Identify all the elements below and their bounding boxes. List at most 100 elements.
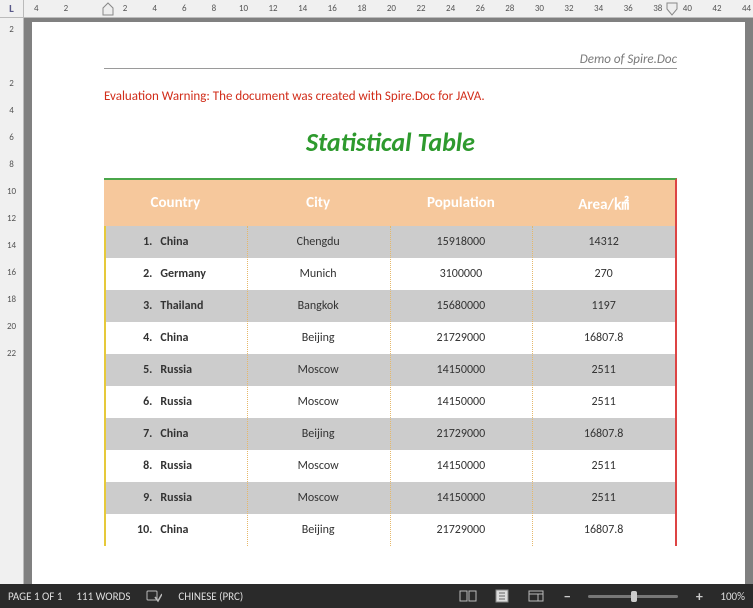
cell-country: 4.China xyxy=(104,331,247,345)
cell-population: 14150000 xyxy=(390,363,533,377)
ruler-tick: 2 xyxy=(9,24,14,34)
ruler-tick: 16 xyxy=(326,3,339,14)
th-country: Country xyxy=(104,194,247,212)
ruler-tick: 4 xyxy=(9,105,14,115)
ruler-tick: 8 xyxy=(208,3,221,14)
ruler-tick: 22 xyxy=(7,348,16,358)
print-layout-icon[interactable] xyxy=(492,588,512,604)
spellcheck-icon[interactable] xyxy=(144,588,164,604)
cell-city: Beijing xyxy=(247,523,390,537)
ruler-tick: 16 xyxy=(7,267,16,277)
cell-population: 3100000 xyxy=(390,267,533,281)
indent-marker-left[interactable] xyxy=(102,2,114,16)
cell-area: 16807.8 xyxy=(532,427,675,441)
ruler-tick: 22 xyxy=(415,3,428,14)
ruler-tick: 36 xyxy=(622,3,635,14)
zoom-level[interactable]: 100% xyxy=(720,590,745,603)
cell-area: 14312 xyxy=(532,235,675,249)
cell-country: 5.Russia xyxy=(104,363,247,377)
ruler-tick: 14 xyxy=(7,240,16,250)
ruler-tick: 30 xyxy=(533,3,546,14)
cell-city: Bangkok xyxy=(247,299,390,313)
ruler-tick: 42 xyxy=(711,3,724,14)
ruler-tick: 32 xyxy=(563,3,576,14)
document-canvas[interactable]: Demo of Spire.Doc Evaluation Warning: Th… xyxy=(24,18,753,584)
cell-population: 15680000 xyxy=(390,299,533,313)
cell-population: 14150000 xyxy=(390,491,533,505)
ruler-tick: 26 xyxy=(474,3,487,14)
horizontal-ruler[interactable]: L 42246810121416182022242628303234363840… xyxy=(24,0,753,18)
cell-city: Moscow xyxy=(247,491,390,505)
cell-area: 1197 xyxy=(532,299,675,313)
ruler-tick: 4 xyxy=(30,3,43,14)
cell-city: Moscow xyxy=(247,459,390,473)
cell-city: Moscow xyxy=(247,395,390,409)
cell-country: 6.Russia xyxy=(104,395,247,409)
ruler-corner: L xyxy=(0,0,24,18)
cell-area: 2511 xyxy=(532,363,675,377)
cell-city: Beijing xyxy=(247,331,390,345)
vertical-ruler[interactable]: 2246810121416182022 xyxy=(0,18,24,584)
cell-area: 270 xyxy=(532,267,675,281)
ruler-tick: 14 xyxy=(296,3,309,14)
cell-area: 16807.8 xyxy=(532,523,675,537)
th-population: Population xyxy=(390,194,533,212)
read-mode-icon[interactable] xyxy=(458,588,478,604)
cell-country: 10.China xyxy=(104,523,247,537)
header-text: Demo of Spire.Doc xyxy=(104,52,677,69)
cell-area: 2511 xyxy=(532,395,675,409)
zoom-slider-thumb[interactable] xyxy=(631,591,637,602)
cell-population: 21729000 xyxy=(390,427,533,441)
zoom-in-button[interactable]: + xyxy=(692,588,706,605)
cell-country: 1.China xyxy=(104,235,247,249)
cell-population: 14150000 xyxy=(390,459,533,473)
ruler-tick: 2 xyxy=(9,78,14,88)
cell-population: 21729000 xyxy=(390,523,533,537)
cell-city: Munich xyxy=(247,267,390,281)
cell-country: 8.Russia xyxy=(104,459,247,473)
status-page[interactable]: PAGE 1 OF 1 xyxy=(8,590,62,603)
ruler-tick: 38 xyxy=(651,3,664,14)
status-language[interactable]: CHINESE (PRC) xyxy=(178,590,243,603)
th-city: City xyxy=(247,194,390,212)
ruler-tick: 2 xyxy=(119,3,132,14)
cell-population: 14150000 xyxy=(390,395,533,409)
ruler-tick: 20 xyxy=(7,321,16,331)
ruler-tick: 18 xyxy=(7,294,16,304)
cell-population: 15918000 xyxy=(390,235,533,249)
ruler-tick: 34 xyxy=(592,3,605,14)
ruler-tick: 28 xyxy=(504,3,517,14)
ruler-tick: 10 xyxy=(237,3,250,14)
cell-area: 2511 xyxy=(532,491,675,505)
table-header: Country City Population Area/㎢ xyxy=(104,180,675,226)
ruler-tick: 2 xyxy=(60,3,73,14)
cell-city: Beijing xyxy=(247,427,390,441)
th-area: Area/㎢ xyxy=(532,193,675,214)
document-title: Statistical Table xyxy=(104,126,677,158)
ruler-tick: 24 xyxy=(444,3,457,14)
cell-population: 21729000 xyxy=(390,331,533,345)
ruler-tick: 8 xyxy=(9,159,14,169)
ruler-tick: 12 xyxy=(7,213,16,223)
ruler-tick: 12 xyxy=(267,3,280,14)
cell-city: Moscow xyxy=(247,363,390,377)
statistical-table: Country City Population Area/㎢ 1.ChinaCh… xyxy=(104,178,677,546)
evaluation-warning: Evaluation Warning: The document was cre… xyxy=(104,89,677,104)
cell-city: Chengdu xyxy=(247,235,390,249)
ruler-tick: 10 xyxy=(7,186,16,196)
web-layout-icon[interactable] xyxy=(526,588,546,604)
indent-marker-right[interactable] xyxy=(666,2,678,16)
ruler-tick: 18 xyxy=(356,3,369,14)
ruler-tick: 40 xyxy=(681,3,694,14)
ruler-tick: 6 xyxy=(9,132,14,142)
status-words[interactable]: 111 WORDS xyxy=(76,590,130,603)
page[interactable]: Demo of Spire.Doc Evaluation Warning: Th… xyxy=(32,22,745,584)
zoom-slider[interactable] xyxy=(588,595,678,598)
zoom-out-button[interactable]: − xyxy=(560,588,574,605)
cell-country: 2.Germany xyxy=(104,267,247,281)
ruler-tick: 20 xyxy=(385,3,398,14)
status-bar: PAGE 1 OF 1 111 WORDS CHINESE (PRC) − + … xyxy=(0,584,753,608)
cell-area: 16807.8 xyxy=(532,331,675,345)
cell-country: 3.Thailand xyxy=(104,299,247,313)
ruler-tick: 4 xyxy=(148,3,161,14)
